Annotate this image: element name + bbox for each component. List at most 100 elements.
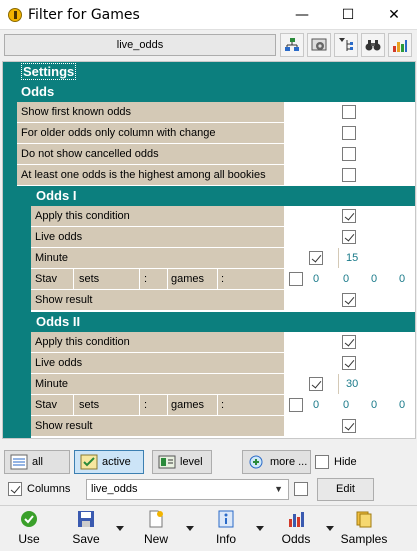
columns-select-value: live_odds — [91, 483, 138, 495]
active-label: active — [102, 456, 131, 468]
binoculars-icon — [365, 40, 381, 51]
list-item: Live odds — [31, 227, 415, 248]
stav-value[interactable]: 0 — [313, 269, 319, 289]
odds-button[interactable]: Odds — [276, 510, 316, 550]
list-item: Live odds — [31, 353, 415, 374]
option-value — [283, 206, 415, 226]
list-item: Do not show cancelled odds — [17, 144, 415, 165]
grid-gutter — [3, 62, 17, 438]
odds1-section-header[interactable]: Odds I — [31, 186, 415, 206]
more-button[interactable]: more ... — [242, 450, 311, 474]
new-button[interactable]: New — [136, 510, 176, 550]
info-dropdown-arrow[interactable] — [255, 524, 265, 534]
stav-label-group: Stav sets : games : — [31, 269, 283, 289]
stav-values: 0 0 0 0 — [283, 395, 415, 415]
sets-label: sets — [79, 273, 100, 285]
chevron-down-icon: ▼ — [274, 484, 283, 494]
option-value: 15 — [283, 248, 415, 268]
settings-button[interactable] — [307, 33, 331, 57]
save-icon — [78, 511, 94, 527]
minute-value[interactable]: 30 — [346, 374, 358, 394]
checkbox[interactable] — [342, 293, 356, 307]
columns-select[interactable]: live_odds ▼ — [86, 479, 289, 500]
stav-value[interactable]: 0 — [399, 269, 405, 289]
info-button[interactable]: Info — [206, 510, 246, 550]
hide-checkbox[interactable] — [315, 455, 329, 469]
option-label: Live odds — [31, 353, 283, 373]
odds2-gutter — [17, 312, 31, 438]
checkbox[interactable] — [342, 147, 356, 161]
list-item: Stav sets : games : 0 0 0 0 — [31, 395, 415, 416]
minute-value[interactable]: 15 — [346, 248, 358, 268]
window-title: Filter for Games — [28, 7, 140, 23]
option-label: Apply this condition — [31, 332, 283, 352]
tree-structure-button[interactable] — [280, 33, 304, 57]
list-item: Apply this condition — [31, 206, 415, 227]
stav-value[interactable]: 0 — [371, 269, 377, 289]
edit-button[interactable]: Edit — [317, 478, 374, 501]
option-label: Show result — [31, 416, 283, 436]
option-label: Minute — [31, 374, 283, 394]
checkbox[interactable] — [342, 419, 356, 433]
option-label: Apply this condition — [31, 206, 283, 226]
level-button[interactable]: level — [152, 450, 212, 474]
colon: : — [221, 273, 225, 285]
stav-checkbox[interactable] — [289, 398, 303, 412]
samples-button[interactable]: Samples — [340, 510, 388, 550]
use-button[interactable]: Use — [8, 510, 50, 550]
list-item: Show result — [31, 416, 415, 437]
app-icon — [8, 8, 22, 22]
minute-checkbox[interactable] — [309, 377, 323, 391]
filter-tree-button[interactable] — [334, 33, 358, 57]
checkmark-icon — [21, 511, 37, 527]
minimize-button[interactable]: — — [279, 0, 325, 30]
columns-checkbox[interactable] — [8, 482, 22, 496]
chart-button[interactable] — [388, 33, 412, 57]
checkbox[interactable] — [342, 105, 356, 119]
all-button[interactable]: all — [4, 450, 70, 474]
maximize-button[interactable]: ☐ — [325, 0, 371, 30]
option-value — [283, 290, 415, 310]
new-dropdown-arrow[interactable] — [185, 524, 195, 534]
stav-value[interactable]: 0 — [343, 395, 349, 415]
checkbox[interactable] — [342, 126, 356, 140]
stav-value[interactable]: 0 — [313, 395, 319, 415]
bar-chart-icon — [393, 40, 407, 52]
edit-checkbox[interactable] — [294, 482, 308, 496]
odds-section-header[interactable]: Odds — [17, 82, 415, 102]
list-item: Show first known odds — [17, 102, 415, 123]
save-button[interactable]: Save — [66, 510, 106, 550]
stav-checkbox[interactable] — [289, 272, 303, 286]
stav-label: Stav — [35, 399, 58, 411]
checklist-icon — [80, 454, 98, 470]
list-item: Stav sets : games : 0 0 0 0 — [31, 269, 415, 290]
option-value — [283, 144, 415, 164]
checkbox[interactable] — [342, 209, 356, 223]
colon: : — [144, 273, 148, 285]
search-button[interactable] — [361, 33, 385, 57]
colon: : — [221, 399, 225, 411]
checkbox[interactable] — [342, 168, 356, 182]
minute-checkbox[interactable] — [309, 251, 323, 265]
list-item: Show result — [31, 290, 415, 311]
stav-value[interactable]: 0 — [399, 395, 405, 415]
odds-chart-icon — [289, 512, 304, 527]
odds1-gutter — [17, 186, 31, 312]
odds-dropdown-arrow[interactable] — [325, 524, 335, 534]
preset-name-field[interactable]: live_odds — [4, 34, 276, 56]
option-label: At least one odds is the highest among a… — [17, 165, 283, 185]
checkbox[interactable] — [342, 356, 356, 370]
stav-value[interactable]: 0 — [343, 269, 349, 289]
bottom-toolbar: Use Save New Info Odds Samples — [0, 505, 417, 551]
close-button[interactable]: ✕ — [371, 0, 417, 30]
settings-section-header[interactable]: Settings — [17, 62, 415, 82]
filter-tree-icon — [339, 38, 353, 51]
checkbox[interactable] — [342, 230, 356, 244]
option-value — [283, 102, 415, 122]
checkbox[interactable] — [342, 335, 356, 349]
odds2-section-header[interactable]: Odds II — [31, 312, 415, 332]
active-button[interactable]: active — [74, 450, 144, 474]
save-dropdown-arrow[interactable] — [115, 524, 125, 534]
use-label: Use — [18, 532, 40, 546]
stav-value[interactable]: 0 — [371, 395, 377, 415]
